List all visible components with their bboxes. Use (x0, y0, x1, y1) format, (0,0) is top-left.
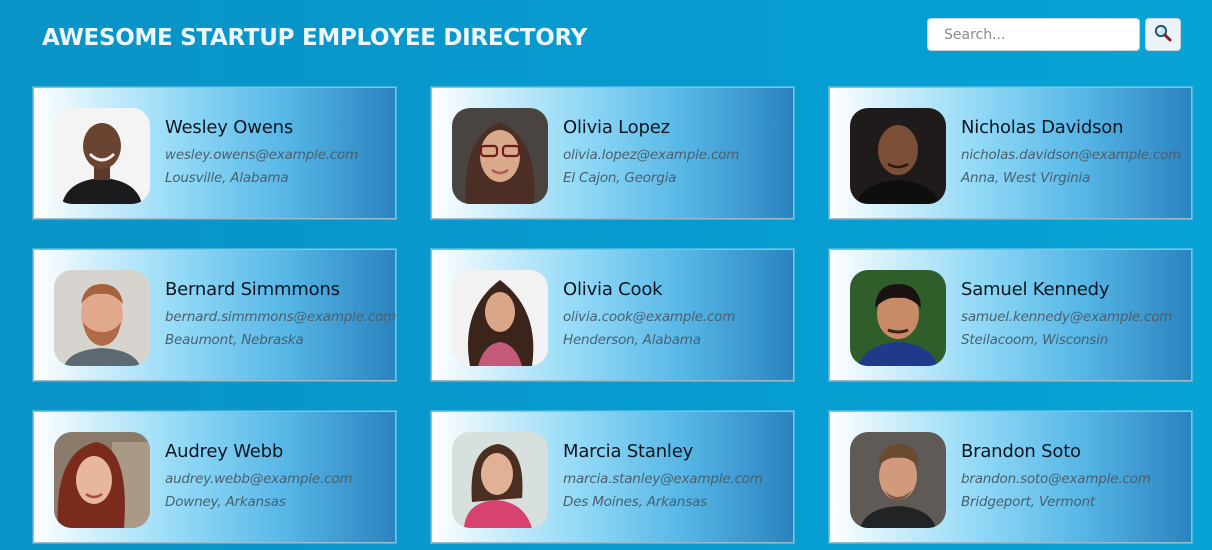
avatar (850, 432, 946, 528)
employee-name: Bernard Simmmons (165, 279, 340, 300)
employee-name: Brandon Soto (961, 441, 1081, 462)
avatar (452, 432, 548, 528)
employee-card[interactable]: Brandon Soto brandon.soto@example.com Br… (829, 411, 1192, 543)
magnifier-icon (1153, 23, 1173, 46)
avatar (54, 108, 150, 204)
employee-card[interactable]: Samuel Kennedy samuel.kennedy@example.co… (829, 249, 1192, 381)
page-header: Awesome Startup Employee Directory (0, 0, 1212, 80)
employee-email: brandon.soto@example.com (961, 471, 1151, 487)
employee-name: Audrey Webb (165, 441, 284, 462)
avatar (850, 270, 946, 366)
employee-card[interactable]: Marcia Stanley marcia.stanley@example.co… (431, 411, 794, 543)
employee-email: wesley.owens@example.com (165, 147, 359, 163)
employee-name: Olivia Cook (563, 279, 663, 300)
employee-card[interactable]: Olivia Cook olivia.cook@example.com Hend… (431, 249, 794, 381)
avatar (54, 270, 150, 366)
employee-location: Downey, Arkansas (165, 494, 286, 510)
avatar (452, 270, 548, 366)
employee-email: samuel.kennedy@example.com (961, 309, 1173, 325)
employee-location: Bridgeport, Vermont (961, 494, 1096, 510)
search-input[interactable] (927, 18, 1140, 51)
employee-location: Steilacoom, Wisconsin (961, 332, 1109, 348)
employee-email: olivia.cook@example.com (563, 309, 736, 325)
employee-card[interactable]: Wesley Owens wesley.owens@example.com Lo… (33, 87, 396, 219)
employee-location: El Cajon, Georgia (563, 170, 677, 186)
employee-email: olivia.lopez@example.com (563, 147, 740, 163)
employee-name: Samuel Kennedy (961, 279, 1110, 300)
employee-name: Wesley Owens (165, 117, 293, 138)
employee-email: audrey.webb@example.com (165, 471, 353, 487)
employee-card[interactable]: Bernard Simmmons bernard.simmmons@exampl… (33, 249, 396, 381)
employee-email: marcia.stanley@example.com (563, 471, 763, 487)
employee-location: Anna, West Virginia (961, 170, 1091, 186)
employee-email: nicholas.davidson@example.com (961, 147, 1182, 163)
avatar (54, 432, 150, 528)
avatar (452, 108, 548, 204)
employee-email: bernard.simmmons@example.com (165, 309, 397, 325)
employee-name: Marcia Stanley (563, 441, 694, 462)
employee-location: Beaumont, Nebraska (165, 332, 304, 348)
employee-location: Henderson, Alabama (563, 332, 701, 348)
employee-card[interactable]: Nicholas Davidson nicholas.davidson@exam… (829, 87, 1192, 219)
employee-name: Nicholas Davidson (961, 117, 1124, 138)
avatar (850, 108, 946, 204)
search-form (927, 18, 1181, 52)
employee-name: Olivia Lopez (563, 117, 670, 138)
employee-location: Des Moines, Arkansas (563, 494, 707, 510)
search-button[interactable] (1145, 18, 1181, 51)
employee-card[interactable]: Audrey Webb audrey.webb@example.com Down… (33, 411, 396, 543)
employee-location: Lousville, Alabama (165, 170, 289, 186)
page-title: Awesome Startup Employee Directory (42, 25, 587, 51)
employee-card[interactable]: Olivia Lopez olivia.lopez@example.com El… (431, 87, 794, 219)
